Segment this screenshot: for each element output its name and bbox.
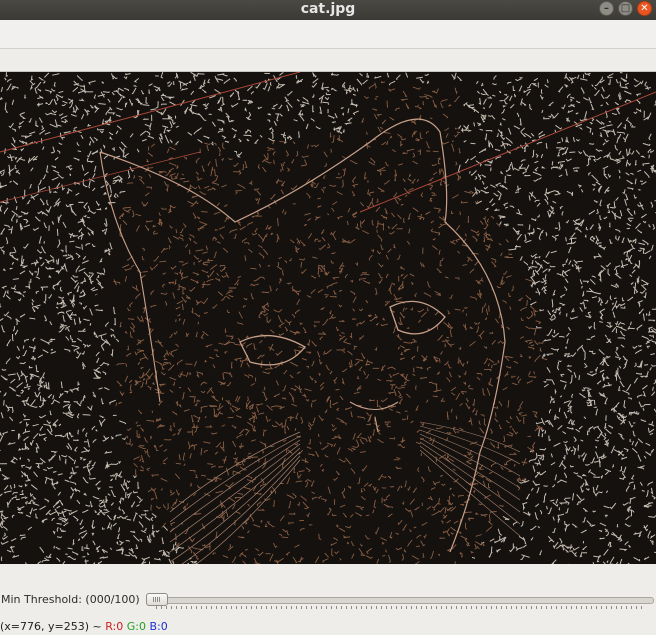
pixel-blue: B:0 (149, 620, 168, 633)
trackbar-thumb[interactable] (146, 593, 168, 606)
trackbar-track[interactable] (146, 597, 654, 604)
toolbar-separator (0, 49, 656, 72)
status-bar: (x=776, y=253) ~ R:0 G:0 B:0 (0, 620, 656, 635)
trackbar-ticks (156, 606, 644, 609)
pixel-green: G:0 (126, 620, 146, 633)
window-controls: – □ ✕ (599, 1, 652, 16)
image-canvas[interactable] (0, 72, 656, 564)
close-button[interactable]: ✕ (637, 1, 652, 16)
min-threshold-trackbar[interactable]: Min Threshold: (000/100) (0, 590, 656, 610)
window-title: cat.jpg (300, 1, 356, 17)
pixel-red: R:0 (105, 620, 124, 633)
toolbar (0, 20, 656, 49)
maximize-button[interactable]: □ (618, 1, 633, 16)
canny-edge-cat-image (0, 72, 656, 564)
window-titlebar[interactable]: cat.jpg – □ ✕ (0, 0, 656, 20)
trackbar-label: Min Threshold: (000/100) (1, 593, 140, 606)
minimize-button[interactable]: – (599, 1, 614, 16)
cursor-coords: (x=776, y=253) ~ (0, 620, 102, 633)
